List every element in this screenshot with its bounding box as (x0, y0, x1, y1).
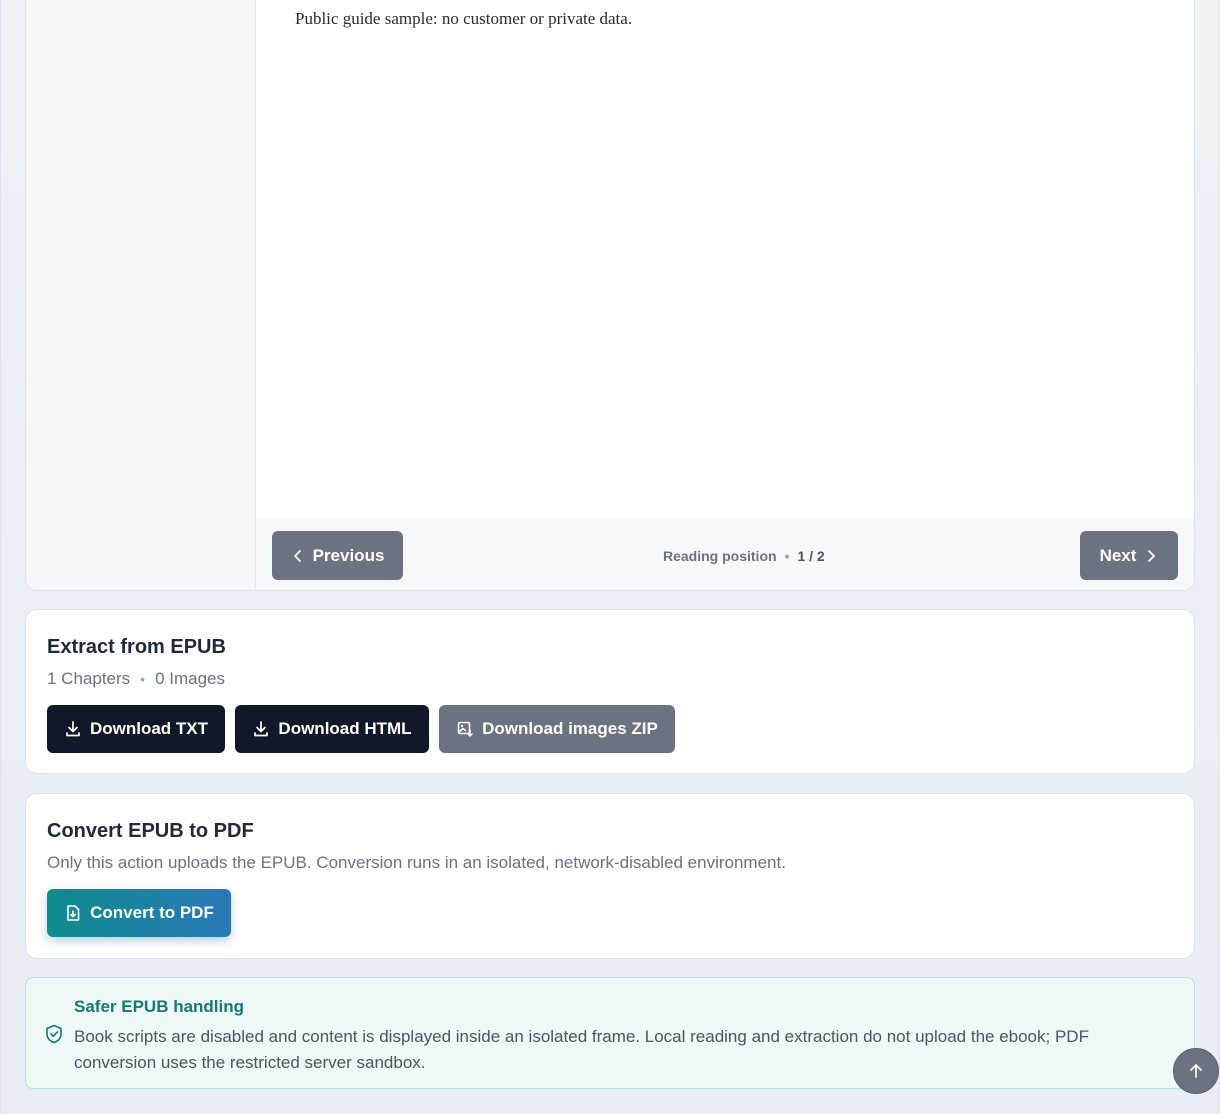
chevron-left-icon (291, 549, 305, 563)
image-download-icon (456, 720, 474, 738)
reading-position-value: 1 / 2 (797, 548, 825, 564)
chapter-text: Public guide sample: no customer or priv… (295, 9, 633, 28)
shield-check-icon (45, 1024, 63, 1044)
convert-description: Only this action uploads the EPUB. Conve… (47, 853, 786, 872)
download-images-zip-label: Download images ZIP (482, 719, 658, 738)
download-txt-button[interactable]: Download TXT (47, 705, 225, 753)
download-html-button[interactable]: Download HTML (235, 705, 429, 753)
safety-title: Safer EPUB handling (74, 997, 245, 1016)
chapters-count: 1 Chapters (47, 669, 131, 688)
table-of-contents-panel (26, 0, 256, 590)
reading-position: Reading position • 1 / 2 (663, 548, 825, 564)
download-icon (252, 720, 270, 738)
download-icon (64, 720, 82, 738)
arrow-up-icon (1187, 1062, 1205, 1080)
reader-card: Public guide sample: no customer or priv… (25, 0, 1195, 591)
images-count: 0 Images (155, 669, 226, 688)
extract-stats: 1 Chapters • 0 Images (47, 669, 225, 689)
file-download-icon (64, 904, 82, 922)
extract-card: Extract from EPUB 1 Chapters • 0 Images … (25, 609, 1195, 774)
previous-label: Previous (312, 545, 385, 565)
convert-to-pdf-label: Convert to PDF (90, 903, 214, 922)
download-images-zip-button[interactable]: Download images ZIP (439, 705, 675, 753)
reading-position-label: Reading position (663, 548, 777, 564)
download-txt-label: Download TXT (89, 719, 209, 738)
reader-frame: Public guide sample: no customer or priv… (256, 0, 1194, 590)
safety-text: Book scripts are disabled and content is… (74, 1027, 1089, 1072)
previous-button[interactable]: Previous (272, 531, 403, 580)
next-button[interactable]: Next (1080, 531, 1178, 580)
convert-card: Convert EPUB to PDF Only this action upl… (25, 793, 1195, 959)
chevron-right-icon (1144, 549, 1158, 563)
next-label: Next (1099, 545, 1137, 565)
convert-to-pdf-button[interactable]: Convert to PDF (47, 889, 231, 937)
download-html-label: Download HTML (278, 719, 412, 738)
scroll-to-top-button[interactable] (1173, 1048, 1219, 1094)
reader-navigation: Previous Reading position • 1 / 2 Next (256, 519, 1194, 590)
separator-dot: • (140, 671, 146, 687)
convert-title: Convert EPUB to PDF (47, 820, 254, 842)
safety-notice: Safer EPUB handling Book scripts are dis… (25, 977, 1195, 1089)
extract-title: Extract from EPUB (47, 636, 226, 658)
separator-dot: • (784, 548, 790, 564)
